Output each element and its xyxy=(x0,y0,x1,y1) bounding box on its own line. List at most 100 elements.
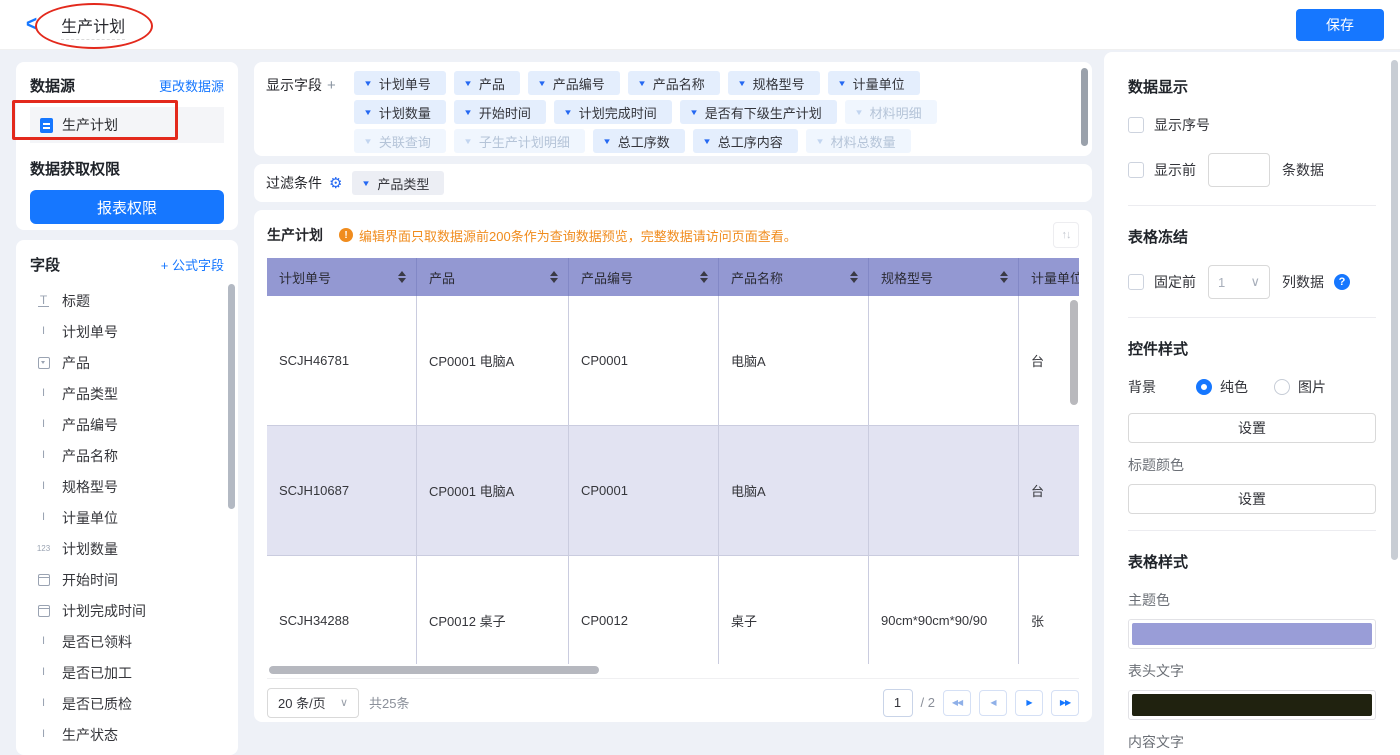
column-header[interactable]: 产品名称 xyxy=(719,258,869,296)
field-item[interactable]: 123计划数量 xyxy=(30,533,224,564)
settings-scrollbar[interactable] xyxy=(1391,60,1398,560)
text-field-icon: I xyxy=(35,698,52,709)
chip-label: 开始时间 xyxy=(479,103,531,122)
table-horizontal-scrollbar[interactable] xyxy=(269,666,599,674)
change-datasource-link[interactable]: 更改数据源 xyxy=(159,76,224,95)
field-item[interactable]: 开始时间 xyxy=(30,564,224,595)
header-text-label: 表头文字 xyxy=(1128,661,1376,681)
report-permission-button[interactable]: 报表权限 xyxy=(30,190,224,224)
chip-label: 计划单号 xyxy=(379,74,431,93)
header-text-color-swatch[interactable] xyxy=(1128,690,1376,720)
field-chip[interactable]: ▼开始时间 xyxy=(454,100,546,124)
table-cell xyxy=(869,296,1019,426)
chevron-down-icon: ▼ xyxy=(363,137,373,146)
table-row[interactable]: SCJH10687CP0001 电脑ACP0001电脑A台 xyxy=(267,426,1079,556)
next-page-button[interactable]: ▶ xyxy=(1015,690,1043,716)
table-row[interactable]: SCJH46781CP0001 电脑ACP0001电脑A台 xyxy=(267,296,1079,426)
last-page-button[interactable]: ▶▶ xyxy=(1051,690,1079,716)
table-row[interactable]: SCJH34288CP0012 桌子CP0012桌子90cm*90cm*90/9… xyxy=(267,556,1079,664)
field-chip[interactable]: ▼计划数量 xyxy=(354,100,446,124)
solid-color-radio[interactable] xyxy=(1196,379,1212,395)
field-label: 计划完成时间 xyxy=(62,601,146,621)
field-chip[interactable]: ▼计量单位 xyxy=(828,71,920,95)
background-setting-button[interactable]: 设置 xyxy=(1128,413,1376,443)
field-chip[interactable]: ▼材料总数量 xyxy=(806,129,911,153)
theme-color-swatch[interactable] xyxy=(1128,619,1376,649)
page-size-select[interactable]: 20 条/页 ∨ xyxy=(267,688,359,718)
field-item[interactable]: I生产状态 xyxy=(30,719,224,750)
divider xyxy=(1128,530,1376,531)
sort-arrows-icon[interactable] xyxy=(1000,271,1008,283)
column-header[interactable]: 计划单号 xyxy=(267,258,417,296)
column-header-label: 计量单位 xyxy=(1031,268,1079,287)
field-chip[interactable]: ▼关联查询 xyxy=(354,129,446,153)
sort-arrows-icon[interactable] xyxy=(398,271,406,283)
field-chip[interactable]: ▼总工序数 xyxy=(593,129,685,153)
freeze-prefix: 固定前 xyxy=(1154,272,1196,292)
filter-label: 过滤条件 xyxy=(266,173,322,193)
save-button[interactable]: 保存 xyxy=(1296,9,1384,41)
show-first-count-input[interactable] xyxy=(1208,153,1270,187)
page-number-input[interactable]: 1 xyxy=(883,689,913,717)
field-chip[interactable]: ▼产品编号 xyxy=(528,71,620,95)
field-item[interactable]: I计划单号 xyxy=(30,316,224,347)
title-color-setting-button[interactable]: 设置 xyxy=(1128,484,1376,514)
show-index-checkbox[interactable] xyxy=(1128,117,1144,133)
filter-chips: ▼产品类型 xyxy=(352,171,444,195)
total-count: 共25条 xyxy=(369,693,409,712)
field-item[interactable]: I产品名称 xyxy=(30,440,224,471)
field-chip[interactable]: ▼产品类型 xyxy=(352,171,444,195)
field-item[interactable]: I是否已质检 xyxy=(30,688,224,719)
table-cell: CP0001 xyxy=(569,296,719,426)
freeze-count-select[interactable]: 1 ∨ xyxy=(1208,265,1270,299)
freeze-checkbox[interactable] xyxy=(1128,274,1144,290)
table-cell: CP0001 电脑A xyxy=(417,296,569,426)
field-item[interactable]: 计划完成时间 xyxy=(30,595,224,626)
sort-arrows-icon[interactable] xyxy=(850,271,858,283)
sort-order-button[interactable]: ↑↓ xyxy=(1053,222,1079,248)
help-icon[interactable]: ? xyxy=(1334,274,1350,290)
field-item[interactable]: I产品类型 xyxy=(30,378,224,409)
field-item[interactable]: I是否已加工 xyxy=(30,657,224,688)
field-item[interactable]: T标题 xyxy=(30,285,224,316)
add-field-icon[interactable]: + xyxy=(327,77,336,94)
field-item[interactable]: I产品编号 xyxy=(30,409,224,440)
column-header[interactable]: 产品编号 xyxy=(569,258,719,296)
page-title[interactable]: 生产计划 xyxy=(61,19,125,40)
gear-icon[interactable]: ⚙ xyxy=(329,174,342,192)
field-chip[interactable]: ▼子生产计划明细 xyxy=(454,129,585,153)
column-header[interactable]: 产品 xyxy=(417,258,569,296)
column-header[interactable]: 计量单位 xyxy=(1019,258,1079,296)
back-icon[interactable]: < xyxy=(26,12,37,37)
field-item[interactable]: I规格型号 xyxy=(30,471,224,502)
table-style-title: 表格样式 xyxy=(1128,551,1376,572)
sort-arrows-icon[interactable] xyxy=(700,271,708,283)
field-chip[interactable]: ▼产品 xyxy=(454,71,520,95)
field-item[interactable]: I计量单位 xyxy=(30,502,224,533)
image-radio[interactable] xyxy=(1274,379,1290,395)
field-label: 是否已加工 xyxy=(62,663,132,683)
field-chip[interactable]: ▼材料明细 xyxy=(845,100,937,124)
field-item[interactable]: 产品 xyxy=(30,347,224,378)
fields-scrollbar[interactable] xyxy=(228,284,235,509)
chip-label: 计划数量 xyxy=(379,103,431,122)
add-formula-field-link[interactable]: + 公式字段 xyxy=(161,255,224,274)
table-cell: CP0012 桌子 xyxy=(417,556,569,664)
field-chip[interactable]: ▼规格型号 xyxy=(728,71,820,95)
field-chip[interactable]: ▼总工序内容 xyxy=(693,129,798,153)
column-header[interactable]: 规格型号 xyxy=(869,258,1019,296)
field-chip[interactable]: ▼计划完成时间 xyxy=(554,100,672,124)
field-chip[interactable]: ▼是否有下级生产计划 xyxy=(680,100,837,124)
prev-page-button[interactable]: ◀ xyxy=(979,690,1007,716)
table-cell xyxy=(869,426,1019,556)
field-item[interactable]: I是否已领料 xyxy=(30,626,224,657)
field-chip[interactable]: ▼产品名称 xyxy=(628,71,720,95)
table-vertical-scrollbar[interactable] xyxy=(1070,300,1078,405)
column-header-label: 产品 xyxy=(429,268,455,287)
datasource-item[interactable]: 生产计划 xyxy=(30,107,224,143)
sort-arrows-icon[interactable] xyxy=(550,271,558,283)
chips-scrollbar[interactable] xyxy=(1081,68,1088,146)
show-first-checkbox[interactable] xyxy=(1128,162,1144,178)
field-chip[interactable]: ▼计划单号 xyxy=(354,71,446,95)
first-page-button[interactable]: ◀◀ xyxy=(943,690,971,716)
